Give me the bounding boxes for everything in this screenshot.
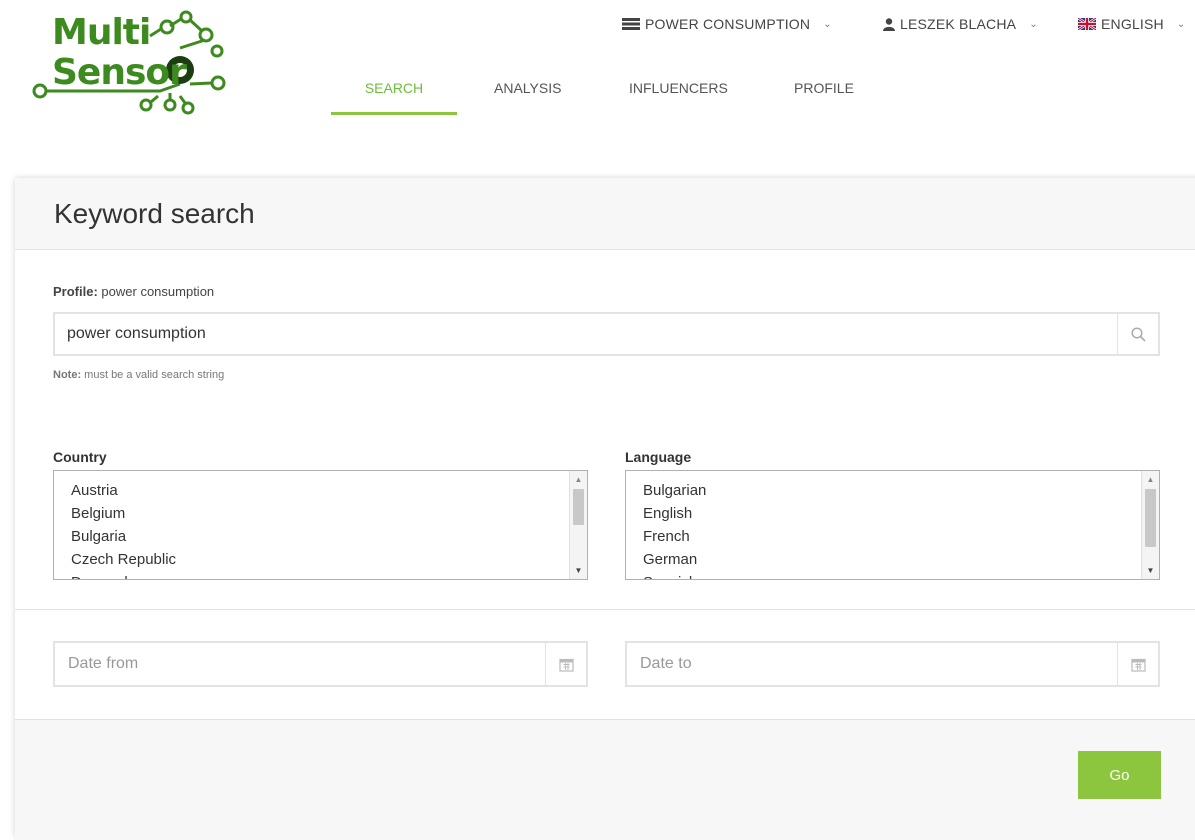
- profile-label: Profile: power consumption: [53, 284, 214, 299]
- tab-search[interactable]: SEARCH: [331, 80, 457, 115]
- search-note: Note: must be a valid search string: [53, 369, 224, 381]
- uk-flag-icon: [1078, 18, 1096, 30]
- scrollbar-thumb[interactable]: [573, 489, 584, 525]
- profile-dropdown[interactable]: POWER CONSUMPTION ⌄: [622, 16, 832, 32]
- profile-label-key: Profile:: [53, 284, 98, 299]
- language-option[interactable]: French: [643, 525, 1159, 548]
- user-dropdown-label: LESZEK BLACHA: [900, 16, 1017, 32]
- keyword-search-box: [53, 312, 1160, 356]
- language-option[interactable]: Spanish: [643, 571, 1159, 579]
- profile-label-value: power consumption: [101, 284, 215, 299]
- country-label: Country: [53, 449, 107, 465]
- country-option[interactable]: Belgium: [71, 502, 587, 525]
- date-from-input[interactable]: [55, 643, 545, 685]
- tab-profile[interactable]: PROFILE: [794, 80, 854, 96]
- keyword-search-panel: Keyword search Profile: power consumptio…: [15, 178, 1195, 840]
- country-option[interactable]: Denmark: [71, 571, 587, 579]
- tab-analysis[interactable]: ANALYSIS: [494, 80, 561, 96]
- scrollbar[interactable]: ▲ ▼: [569, 471, 587, 579]
- country-option[interactable]: Czech Republic: [71, 548, 587, 571]
- language-option[interactable]: English: [643, 502, 1159, 525]
- date-to-box: [625, 641, 1160, 687]
- logo-text-multi: Multi: [52, 12, 151, 53]
- panel-footer: [15, 720, 1195, 840]
- search-button[interactable]: [1117, 314, 1158, 354]
- note-text: must be a valid search string: [84, 369, 225, 381]
- scroll-down-arrow-icon[interactable]: ▼: [570, 562, 587, 579]
- scroll-down-arrow-icon[interactable]: ▼: [1142, 562, 1159, 579]
- page-title: Keyword search: [54, 198, 255, 229]
- calendar-icon: [1130, 658, 1146, 672]
- language-option[interactable]: German: [643, 548, 1159, 571]
- language-dropdown[interactable]: ENGLISH ⌄: [1078, 16, 1185, 32]
- scrollbar-thumb[interactable]: [1145, 489, 1156, 547]
- language-options: BulgarianEnglishFrenchGermanSpanish: [626, 471, 1159, 579]
- language-label: Language: [625, 449, 692, 465]
- list-icon: [622, 18, 640, 30]
- language-option[interactable]: Bulgarian: [643, 479, 1159, 502]
- multisensor-logo[interactable]: Multi Sensor: [30, 8, 230, 116]
- date-from-box: [53, 641, 588, 687]
- chevron-down-icon: ⌄: [823, 18, 832, 30]
- logo-text-sensor: Sensor: [52, 52, 187, 93]
- search-icon: [1130, 326, 1146, 342]
- language-dropdown-label: ENGLISH: [1101, 16, 1164, 32]
- language-listbox[interactable]: BulgarianEnglishFrenchGermanSpanish ▲ ▼: [625, 470, 1160, 580]
- keyword-search-input[interactable]: [55, 314, 1117, 354]
- scroll-up-arrow-icon[interactable]: ▲: [1142, 471, 1159, 488]
- user-icon: [883, 17, 895, 31]
- date-from-calendar-button[interactable]: [545, 643, 586, 685]
- user-dropdown[interactable]: LESZEK BLACHA ⌄: [883, 16, 1038, 32]
- chevron-down-icon: ⌄: [1176, 18, 1186, 30]
- tab-influencers[interactable]: INFLUENCERS: [629, 80, 728, 96]
- go-button[interactable]: Go: [1078, 751, 1161, 799]
- scrollbar[interactable]: ▲ ▼: [1141, 471, 1159, 579]
- profile-dropdown-label: POWER CONSUMPTION: [645, 16, 811, 32]
- country-listbox[interactable]: AustriaBelgiumBulgariaCzech RepublicDenm…: [53, 470, 588, 580]
- chevron-down-icon: ⌄: [1029, 18, 1038, 30]
- divider: [15, 609, 1195, 610]
- calendar-icon: [558, 658, 574, 672]
- country-option[interactable]: Austria: [71, 479, 587, 502]
- date-to-calendar-button[interactable]: [1117, 643, 1158, 685]
- scroll-up-arrow-icon[interactable]: ▲: [570, 471, 587, 488]
- note-key: Note:: [53, 369, 82, 381]
- date-to-input[interactable]: [627, 643, 1117, 685]
- country-option[interactable]: Bulgaria: [71, 525, 587, 548]
- country-options: AustriaBelgiumBulgariaCzech RepublicDenm…: [54, 471, 587, 579]
